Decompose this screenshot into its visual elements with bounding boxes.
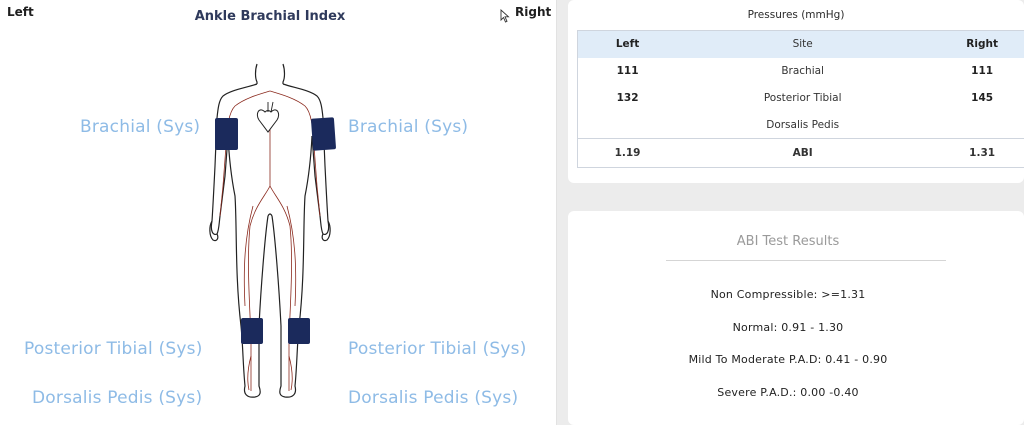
right-side-label: Right [515, 5, 552, 19]
mouse-pointer-icon [500, 9, 510, 23]
abi-diagram-panel: Left Ankle Brachial Index Right Brachial… [0, 0, 557, 425]
results-title: ABI Test Results [736, 234, 840, 249]
posterior-tibial-right-value[interactable]: 145 [928, 85, 1024, 112]
table-row: Dorsalis Pedis [578, 112, 1024, 139]
header-site: Site [677, 30, 929, 58]
abi-left-value: 1.19 [577, 138, 678, 168]
result-severe: Severe P.A.D.: 0.00 -0.40 [717, 386, 859, 399]
result-mild-moderate: Mild To Moderate P.A.D: 0.41 - 0.90 [688, 353, 888, 366]
human-body-icon [209, 63, 336, 398]
abi-row: 1.19 ABI 1.31 [577, 138, 1024, 168]
diagram-title: Ankle Brachial Index [194, 9, 346, 24]
divider [666, 260, 946, 261]
posterior-tibial-left-label[interactable]: Posterior Tibial (Sys) [24, 339, 203, 359]
brachial-right-value[interactable]: 111 [928, 58, 1024, 85]
table-row: 111 Brachial 111 [578, 58, 1024, 85]
result-non-compressible: Non Compressible: >=1.31 [710, 288, 866, 301]
posterior-tibial-right-label[interactable]: Posterior Tibial (Sys) [348, 339, 527, 359]
dorsalis-pedis-left-value[interactable] [578, 112, 678, 139]
dorsalis-pedis-right-value[interactable] [928, 112, 1024, 139]
dorsalis-pedis-right-label[interactable]: Dorsalis Pedis (Sys) [348, 388, 518, 408]
brachial-left-label[interactable]: Brachial (Sys) [80, 117, 200, 137]
pressures-card: Pressures (mmHg) Left Site Right 111 Bra… [568, 0, 1024, 183]
abi-right-value: 1.31 [928, 138, 1024, 168]
site-name: Dorsalis Pedis [766, 118, 840, 131]
dorsalis-pedis-left-label[interactable]: Dorsalis Pedis (Sys) [32, 388, 202, 408]
result-normal: Normal: 0.91 - 1.30 [732, 321, 844, 334]
pressures-table: Left Site Right 111 Brachial 111 132 Pos… [577, 30, 1024, 168]
heart-icon [256, 101, 280, 133]
brachial-left-value[interactable]: 111 [578, 58, 678, 85]
site-name: Brachial [781, 65, 824, 77]
site-name: Posterior Tibial [763, 92, 842, 104]
cuff-brachial-left[interactable] [215, 118, 238, 150]
cuff-tibial-left[interactable] [241, 318, 263, 344]
header-left: Left [577, 30, 678, 58]
table-row: 132 Posterior Tibial 145 [578, 85, 1024, 112]
header-right: Right [928, 30, 1024, 58]
pressures-title: Pressures (mmHg) [747, 9, 845, 21]
results-card: ABI Test Results Non Compressible: >=1.3… [568, 211, 1024, 425]
posterior-tibial-left-value[interactable]: 132 [578, 85, 678, 112]
brachial-right-label[interactable]: Brachial (Sys) [348, 117, 468, 137]
abi-label: ABI [677, 138, 929, 168]
table-header-row: Left Site Right [577, 30, 1024, 58]
cuff-tibial-right[interactable] [288, 318, 310, 344]
cuff-brachial-right[interactable] [311, 117, 336, 151]
